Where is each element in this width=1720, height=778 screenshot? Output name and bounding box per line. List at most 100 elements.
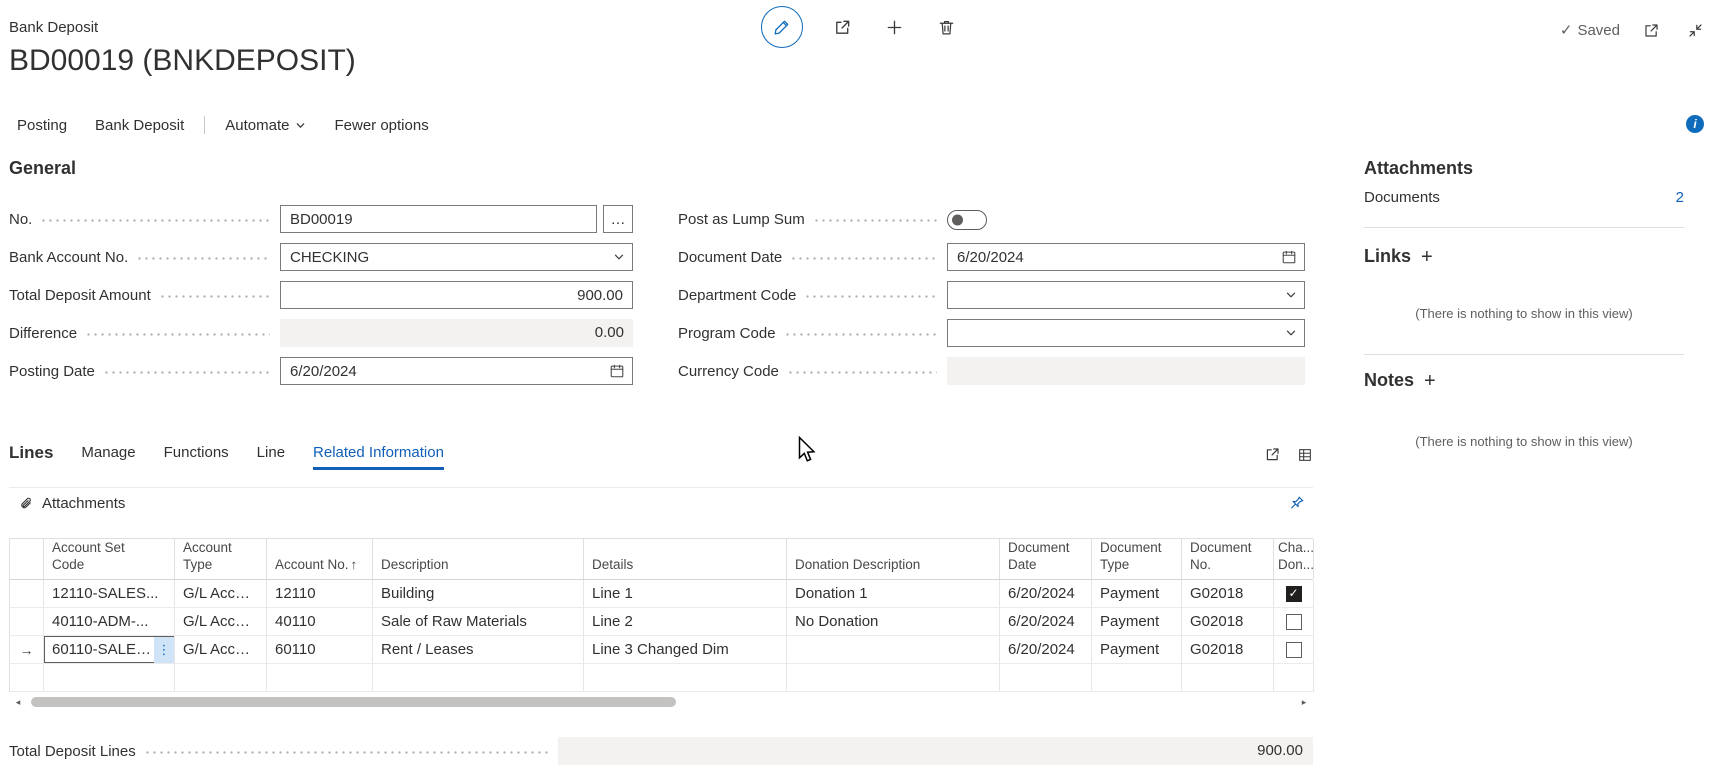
- cell-document-date[interactable]: 6/20/2024: [1000, 608, 1092, 636]
- cell-account-no[interactable]: [267, 664, 373, 692]
- no-input[interactable]: [280, 205, 597, 233]
- cell-account-type[interactable]: [175, 664, 267, 692]
- column-header-description[interactable]: Description: [373, 539, 584, 579]
- attachments-button[interactable]: Attachments: [19, 495, 125, 512]
- cell-donation-description[interactable]: [787, 636, 1000, 664]
- general-section-heading[interactable]: General: [9, 158, 1305, 179]
- edit-button[interactable]: [761, 6, 803, 48]
- cell-donation-description[interactable]: [787, 664, 1000, 692]
- cell-document-date[interactable]: 6/20/2024: [1000, 580, 1092, 608]
- breadcrumb[interactable]: Bank Deposit: [9, 19, 98, 36]
- column-header-document-type[interactable]: Document Type: [1092, 539, 1182, 579]
- cell-document-type[interactable]: Payment: [1092, 580, 1182, 608]
- charity-donation-checkbox[interactable]: [1286, 614, 1302, 630]
- cell-account-no[interactable]: 12110: [267, 580, 373, 608]
- cell-account-no[interactable]: 60110: [267, 636, 373, 664]
- info-icon[interactable]: i: [1686, 115, 1704, 133]
- menu-posting[interactable]: Posting: [17, 117, 67, 134]
- charity-donation-checkbox[interactable]: [1286, 642, 1302, 658]
- cell-account-set-code[interactable]: [44, 664, 175, 692]
- cell-document-date[interactable]: [1000, 664, 1092, 692]
- cell-document-no[interactable]: G02018: [1182, 608, 1274, 636]
- menu-automate[interactable]: Automate: [225, 117, 306, 134]
- cell-account-set-code[interactable]: 12110-SALES...: [44, 580, 175, 608]
- column-header-donation-description[interactable]: Donation Description: [787, 539, 1000, 579]
- column-header-account-no[interactable]: Account No.↑: [267, 539, 373, 579]
- plus-icon: [885, 18, 904, 37]
- column-header-account-set-code[interactable]: Account Set Code: [44, 539, 175, 579]
- documents-link[interactable]: Documents 2: [1364, 189, 1684, 206]
- scroll-left-arrow[interactable]: ◂: [11, 696, 25, 708]
- cell-description[interactable]: Rent / Leases: [373, 636, 584, 664]
- share-button[interactable]: [829, 14, 855, 40]
- cell-donation-description[interactable]: Donation 1: [787, 580, 1000, 608]
- scrollbar-thumb[interactable]: [31, 697, 676, 707]
- add-link-button[interactable]: +: [1421, 247, 1433, 267]
- row-select-cell: [10, 664, 44, 692]
- cell-account-no[interactable]: 40110: [267, 608, 373, 636]
- bank-account-no-input[interactable]: [280, 243, 633, 271]
- row-select-cell: [10, 580, 44, 608]
- cell-donation-description[interactable]: No Donation: [787, 608, 1000, 636]
- action-bar-separator: [204, 116, 205, 134]
- column-header-document-no[interactable]: Document No.: [1182, 539, 1274, 579]
- row-select-header: [10, 539, 44, 579]
- column-header-document-date[interactable]: Document Date: [1000, 539, 1092, 579]
- tab-manage[interactable]: Manage: [81, 444, 135, 470]
- post-as-lump-sum-toggle[interactable]: [947, 210, 987, 230]
- pin-button[interactable]: [1289, 495, 1305, 511]
- share-lines-button[interactable]: [1264, 446, 1281, 463]
- cell-document-no[interactable]: G02018: [1182, 580, 1274, 608]
- cell-document-no[interactable]: G02018: [1182, 636, 1274, 664]
- field-posting-date: Posting Date: [9, 357, 633, 385]
- menu-bank-deposit[interactable]: Bank Deposit: [95, 117, 184, 134]
- open-in-excel-button[interactable]: [1297, 446, 1313, 463]
- open-in-new-window-button[interactable]: [1638, 17, 1664, 43]
- cell-document-type[interactable]: [1092, 664, 1182, 692]
- cell-account-set-code[interactable]: 40110-ADM-...: [44, 608, 175, 636]
- column-header-account-type[interactable]: Account Type: [175, 539, 267, 579]
- cell-document-type[interactable]: Payment: [1092, 636, 1182, 664]
- cell-document-type[interactable]: Payment: [1092, 608, 1182, 636]
- cell-document-date[interactable]: 6/20/2024: [1000, 636, 1092, 664]
- chevron-down-icon[interactable]: [613, 251, 625, 263]
- total-deposit-amount-input[interactable]: [280, 281, 633, 309]
- cell-details[interactable]: Line 2: [584, 608, 787, 636]
- row-actions-button[interactable]: ⋮: [154, 637, 174, 663]
- tab-related-information[interactable]: Related Information: [313, 444, 444, 470]
- menu-fewer-options[interactable]: Fewer options: [334, 117, 428, 134]
- cell-account-type[interactable]: G/L Account: [175, 608, 267, 636]
- cell-details[interactable]: [584, 664, 787, 692]
- chevron-down-icon[interactable]: [1285, 327, 1297, 339]
- tab-line[interactable]: Line: [257, 444, 285, 470]
- chevron-down-icon[interactable]: [1285, 289, 1297, 301]
- column-header-charity-donation[interactable]: Cha... Don...: [1274, 539, 1314, 579]
- delete-button[interactable]: [933, 14, 959, 40]
- currency-code-value: [947, 357, 1305, 385]
- menu-posting-label: Posting: [17, 117, 67, 134]
- tab-functions[interactable]: Functions: [164, 444, 229, 470]
- cell-account-set-code[interactable]: 60110-SALES... ⋮: [44, 636, 175, 664]
- cell-description[interactable]: Building: [373, 580, 584, 608]
- calendar-icon[interactable]: [1281, 249, 1297, 265]
- collapse-button[interactable]: [1682, 17, 1708, 43]
- cell-account-type[interactable]: G/L Account: [175, 580, 267, 608]
- cell-details[interactable]: Line 1: [584, 580, 787, 608]
- calendar-icon[interactable]: [609, 363, 625, 379]
- add-note-button[interactable]: +: [1424, 371, 1436, 391]
- cell-account-type[interactable]: G/L Account: [175, 636, 267, 664]
- program-code-input[interactable]: [947, 319, 1305, 347]
- cell-description[interactable]: [373, 664, 584, 692]
- posting-date-input[interactable]: [280, 357, 633, 385]
- cell-document-no[interactable]: [1182, 664, 1274, 692]
- documents-count-badge[interactable]: 2: [1676, 189, 1684, 206]
- column-header-details[interactable]: Details: [584, 539, 787, 579]
- new-button[interactable]: [881, 14, 907, 40]
- department-code-input[interactable]: [947, 281, 1305, 309]
- scroll-right-arrow[interactable]: ▸: [1297, 696, 1311, 708]
- cell-details[interactable]: Line 3 Changed Dim: [584, 636, 787, 664]
- charity-donation-checkbox[interactable]: [1286, 586, 1302, 602]
- assist-edit-button[interactable]: …: [603, 205, 633, 233]
- document-date-input[interactable]: [947, 243, 1305, 271]
- cell-description[interactable]: Sale of Raw Materials: [373, 608, 584, 636]
